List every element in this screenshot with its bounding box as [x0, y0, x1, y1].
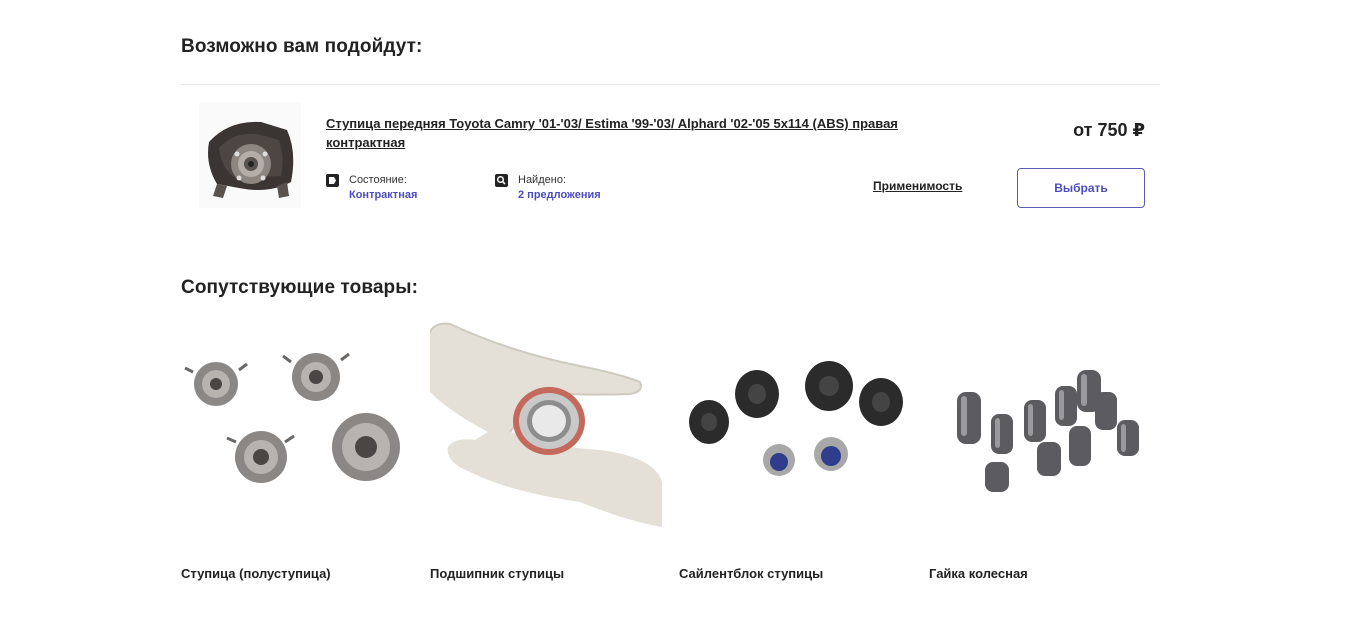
applicability-link[interactable]: Применимость: [873, 179, 962, 193]
product-card-bearing[interactable]: Подшипник ступицы: [430, 322, 662, 587]
bearing-in-hand-image: [430, 322, 662, 527]
related-title: Сопутствующие товары:: [181, 277, 419, 298]
product-name: Подшипник ступицы: [430, 566, 565, 581]
offer-title-link[interactable]: Ступица передняя Toyota Camry '01-'03/ E…: [326, 114, 926, 152]
tag-icon: [326, 174, 339, 187]
product-card-hub[interactable]: Ступица (полуступица): [181, 322, 413, 587]
wheel-nuts-image: [929, 322, 1161, 527]
hub-knuckle-image[interactable]: [199, 102, 301, 208]
product-name: Ступица (полуступица): [181, 566, 331, 581]
silent-blocks-image: [679, 322, 911, 527]
offer-price: от 750 ₽: [1073, 120, 1145, 140]
product-name: Гайка колесная: [929, 566, 1028, 581]
search-icon: [495, 174, 508, 187]
wheel-hubs-image: [181, 322, 413, 527]
condition-label: Состояние:: [349, 174, 407, 186]
product-card-nut[interactable]: Гайка колесная: [929, 322, 1161, 587]
found-label: Найдено:: [518, 174, 566, 186]
divider: [181, 84, 1160, 85]
suggestions-title: Возможно вам подойдут:: [181, 36, 423, 57]
product-name: Сайлентблок ступицы: [679, 566, 824, 581]
found-info: Найдено: 2 предложения: [495, 173, 635, 205]
product-card-silentblock[interactable]: Сайлентблок ступицы: [679, 322, 911, 587]
condition-value: Контрактная: [349, 189, 418, 201]
condition-info: Состояние: Контрактная: [326, 173, 466, 205]
page-content: Возможно вам подойдут: Ступица передняя …: [181, 0, 1161, 639]
select-button[interactable]: Выбрать: [1017, 168, 1145, 208]
related-products: Ступица (полуступица) Подшипник ступицы: [181, 322, 1161, 592]
offer-card: Ступица передняя Toyota Camry '01-'03/ E…: [181, 100, 1160, 220]
found-value-link[interactable]: 2 предложения: [518, 188, 601, 203]
